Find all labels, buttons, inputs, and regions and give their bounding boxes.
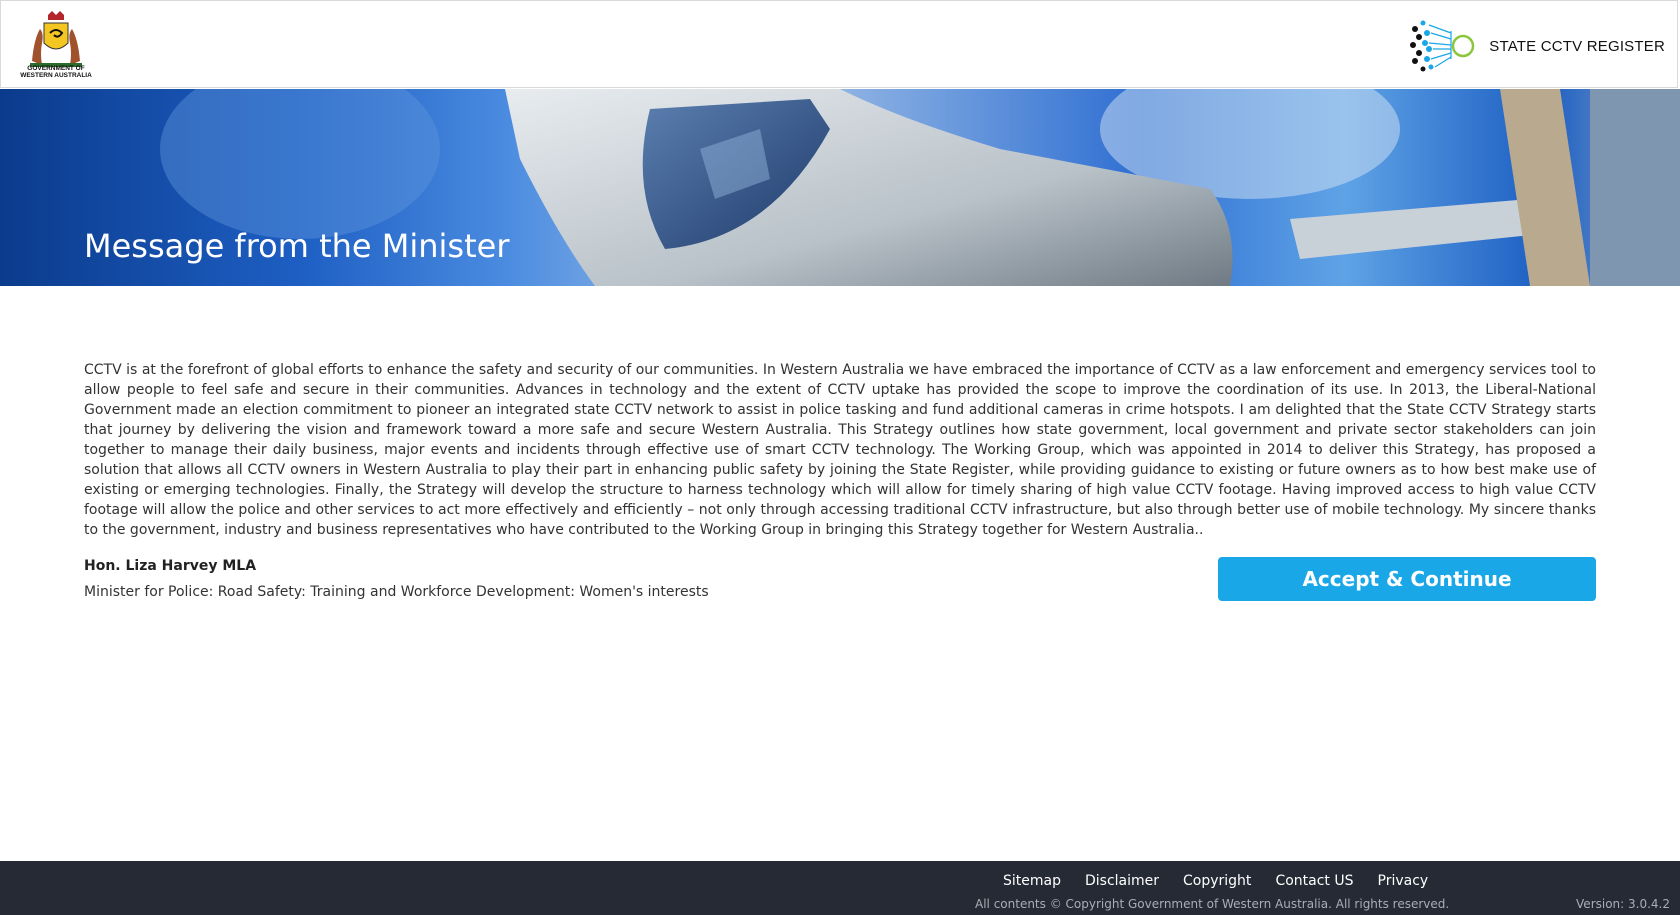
state-cctv-register-brand[interactable]: STATE CCTV REGISTER	[1407, 15, 1665, 77]
site-footer: Sitemap Disclaimer Copyright Contact US …	[0, 861, 1680, 915]
footer-link-sitemap[interactable]: Sitemap	[1003, 873, 1061, 889]
government-logo-text: GOVERNMENT OF WESTERN AUSTRALIA	[20, 65, 92, 79]
page-title: Message from the Minister	[84, 227, 510, 265]
brand-name: STATE CCTV REGISTER	[1489, 37, 1665, 55]
cctv-network-logo-icon	[1410, 20, 1475, 72]
minister-message-section: CCTV is at the forefront of global effor…	[84, 360, 1596, 540]
accept-continue-button[interactable]: Accept & Continue	[1218, 557, 1596, 601]
footer-links: Sitemap Disclaimer Copyright Contact US …	[1003, 873, 1452, 889]
footer-copyright-text: All contents © Copyright Government of W…	[975, 897, 1450, 911]
footer-link-disclaimer[interactable]: Disclaimer	[1085, 873, 1159, 889]
site-header: GOVERNMENT OF WESTERN AUSTRALIA STATE CC…	[0, 0, 1678, 88]
footer-link-privacy[interactable]: Privacy	[1378, 873, 1429, 889]
version-label: Version: 3.0.4.2	[1576, 897, 1670, 911]
footer-link-copyright[interactable]: Copyright	[1183, 873, 1251, 889]
hero-banner: Message from the Minister	[0, 89, 1680, 286]
minister-message-text: CCTV is at the forefront of global effor…	[84, 362, 1596, 538]
signature-name: Hon. Liza Harvey MLA	[84, 558, 257, 574]
signature-title: Minister for Police: Road Safety: Traini…	[84, 584, 709, 600]
footer-link-contact-us[interactable]: Contact US	[1275, 873, 1353, 889]
